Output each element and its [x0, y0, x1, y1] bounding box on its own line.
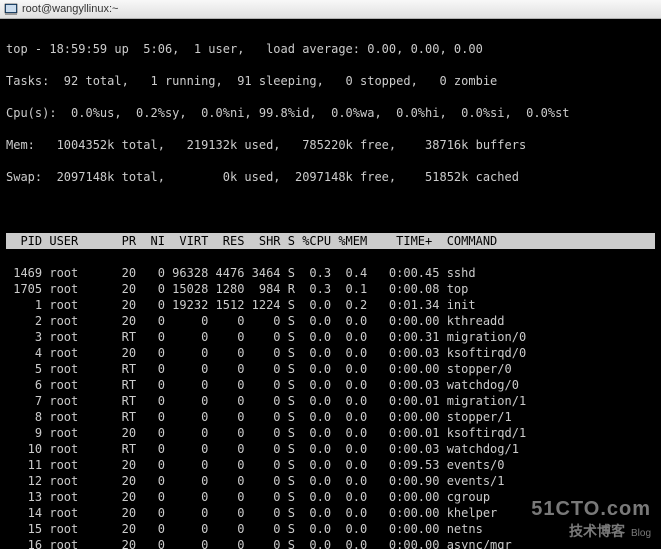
process-row: 6 root RT 0 0 0 0 S 0.0 0.0 0:00.03 watc…: [6, 377, 655, 393]
process-row: 13 root 20 0 0 0 0 S 0.0 0.0 0:00.00 cgr…: [6, 489, 655, 505]
putty-icon: [4, 2, 18, 16]
process-row: 1 root 20 0 19232 1512 1224 S 0.0 0.2 0:…: [6, 297, 655, 313]
process-list: 1469 root 20 0 96328 4476 3464 S 0.3 0.4…: [6, 265, 655, 549]
blank-line: [6, 201, 655, 217]
process-row: 8 root RT 0 0 0 0 S 0.0 0.0 0:00.00 stop…: [6, 409, 655, 425]
process-row: 9 root 20 0 0 0 0 S 0.0 0.0 0:00.01 ksof…: [6, 425, 655, 441]
top-summary-line: top - 18:59:59 up 5:06, 1 user, load ave…: [6, 41, 655, 57]
process-row: 10 root RT 0 0 0 0 S 0.0 0.0 0:00.03 wat…: [6, 441, 655, 457]
process-row: 14 root 20 0 0 0 0 S 0.0 0.0 0:00.00 khe…: [6, 505, 655, 521]
top-tasks-line: Tasks: 92 total, 1 running, 91 sleeping,…: [6, 73, 655, 89]
process-row: 5 root RT 0 0 0 0 S 0.0 0.0 0:00.00 stop…: [6, 361, 655, 377]
window-title: root@wangyllinux:~: [22, 3, 118, 15]
process-row: 7 root RT 0 0 0 0 S 0.0 0.0 0:00.01 migr…: [6, 393, 655, 409]
process-row: 15 root 20 0 0 0 0 S 0.0 0.0 0:00.00 net…: [6, 521, 655, 537]
top-swap-line: Swap: 2097148k total, 0k used, 2097148k …: [6, 169, 655, 185]
process-row: 1705 root 20 0 15028 1280 984 R 0.3 0.1 …: [6, 281, 655, 297]
process-row: 4 root 20 0 0 0 0 S 0.0 0.0 0:00.03 ksof…: [6, 345, 655, 361]
process-row: 3 root RT 0 0 0 0 S 0.0 0.0 0:00.31 migr…: [6, 329, 655, 345]
top-cpu-line: Cpu(s): 0.0%us, 0.2%sy, 0.0%ni, 99.8%id,…: [6, 105, 655, 121]
window-titlebar: root@wangyllinux:~: [0, 0, 661, 19]
process-row: 12 root 20 0 0 0 0 S 0.0 0.0 0:00.90 eve…: [6, 473, 655, 489]
process-row: 16 root 20 0 0 0 0 S 0.0 0.0 0:00.00 asy…: [6, 537, 655, 549]
top-mem-line: Mem: 1004352k total, 219132k used, 78522…: [6, 137, 655, 153]
process-row: 2 root 20 0 0 0 0 S 0.0 0.0 0:00.00 kthr…: [6, 313, 655, 329]
process-row: 1469 root 20 0 96328 4476 3464 S 0.3 0.4…: [6, 265, 655, 281]
process-row: 11 root 20 0 0 0 0 S 0.0 0.0 0:09.53 eve…: [6, 457, 655, 473]
terminal-output[interactable]: top - 18:59:59 up 5:06, 1 user, load ave…: [0, 19, 661, 549]
top-column-header: PID USER PR NI VIRT RES SHR S %CPU %MEM …: [6, 233, 655, 249]
